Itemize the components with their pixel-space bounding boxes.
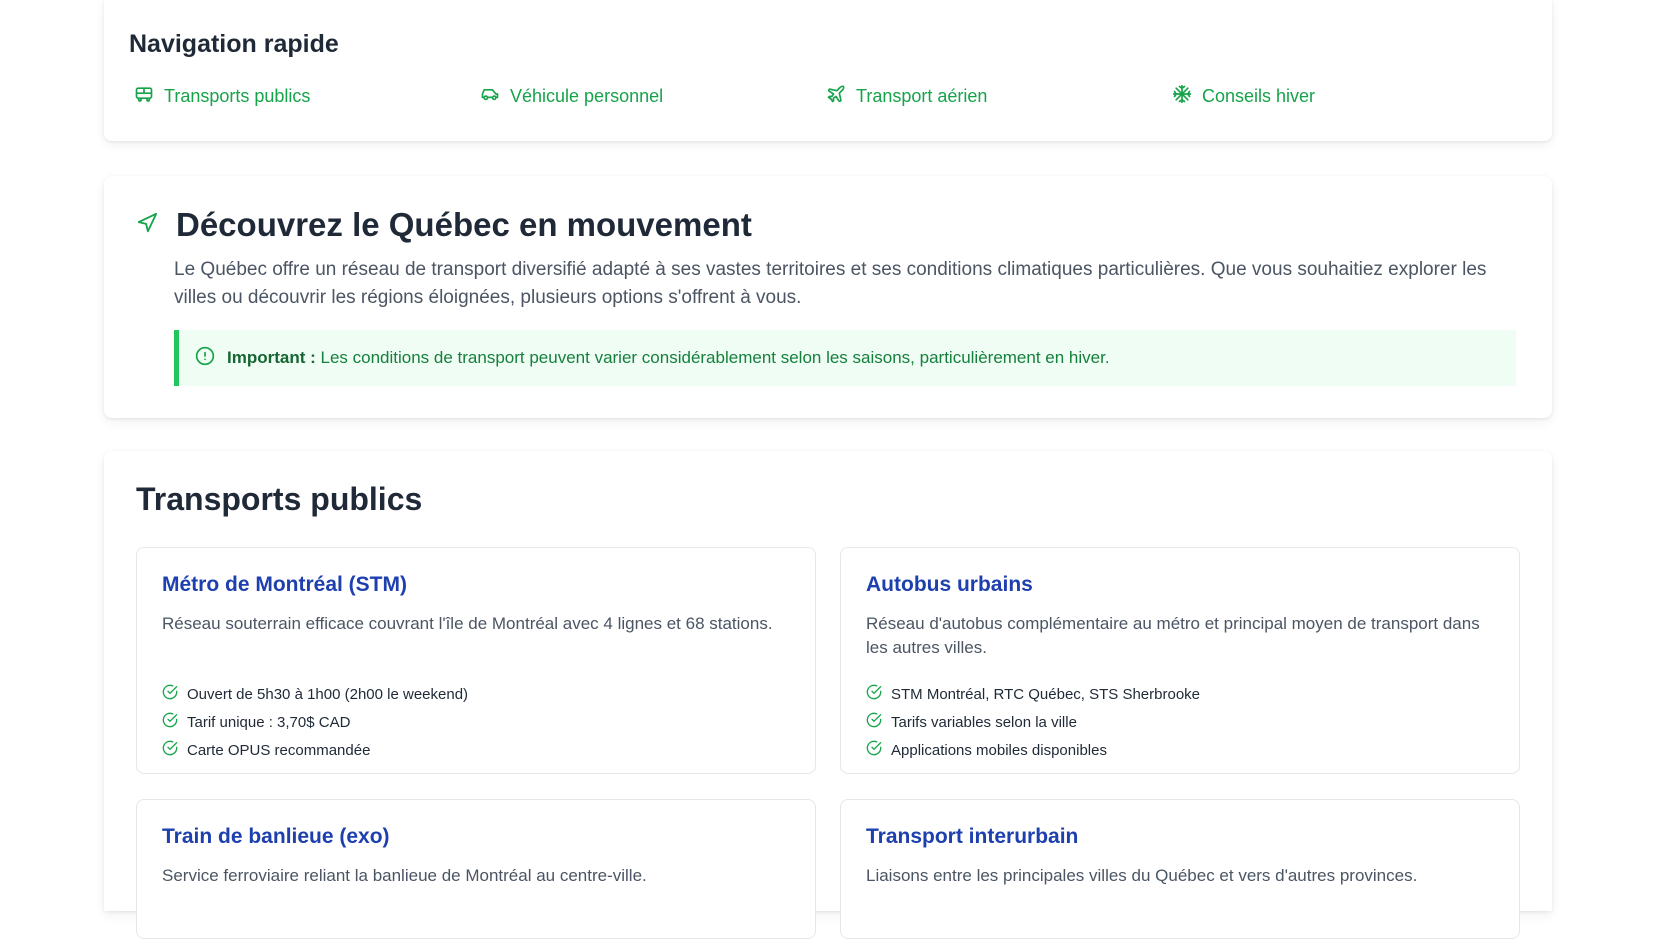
nav-link-winter-tips[interactable]: Conseils hiver: [1172, 84, 1315, 109]
important-alert: Important : Les conditions de transport …: [174, 330, 1516, 386]
nav-link-air-transport[interactable]: Transport aérien: [826, 84, 987, 109]
alert-circle-icon: [195, 346, 215, 371]
alert-text: Les conditions de transport peuvent vari…: [315, 348, 1110, 367]
feature-text: Ouvert de 5h30 à 1h00 (2h00 le weekend): [187, 685, 469, 703]
transport-card-title: Train de banlieue (exo): [162, 825, 390, 848]
nav-link-personal-vehicle[interactable]: Véhicule personnel: [480, 84, 663, 109]
navigation-arrow-icon: [136, 212, 158, 239]
feature-item: Ouvert de 5h30 à 1h00 (2h00 le weekend): [162, 680, 468, 708]
transport-card-description: Service ferroviaire reliant la banlieue …: [162, 866, 647, 885]
transport-card-metro: Métro de Montréal (STM) Réseau souterrai…: [136, 547, 816, 774]
check-circle-icon: [162, 712, 178, 732]
feature-item: Carte OPUS recommandée: [162, 736, 468, 764]
feature-item: Applications mobiles disponibles: [866, 736, 1200, 764]
nav-link-public-transport[interactable]: Transports publics: [134, 84, 310, 109]
car-icon: [480, 84, 500, 109]
check-circle-icon: [162, 684, 178, 704]
quick-navigation-links: Transports publics Véhicule personnel Tr…: [134, 84, 1534, 114]
transport-card-description: Réseau souterrain efficace couvrant l'îl…: [162, 614, 773, 633]
feature-item: Tarifs variables selon la ville: [866, 708, 1200, 736]
quick-navigation-card: Navigation rapide Transports publics Véh…: [104, 0, 1552, 141]
transport-card-intercity: Transport interurbain Liaisons entre les…: [840, 799, 1520, 939]
feature-item: STM Montréal, RTC Québec, STS Sherbrooke: [866, 680, 1200, 708]
intro-description: Le Québec offre un réseau de transport d…: [174, 259, 1487, 308]
transport-card-title: Autobus urbains: [866, 573, 1033, 596]
intro-card: Découvrez le Québec en mouvement Le Québ…: [104, 176, 1552, 418]
nav-link-label: Transports publics: [164, 86, 311, 106]
public-transport-section: Transports publics Métro de Montréal (ST…: [104, 451, 1552, 939]
snowflake-icon: [1172, 84, 1192, 109]
intro-title: Découvrez le Québec en mouvement: [176, 206, 752, 243]
quick-navigation-title: Navigation rapide: [129, 30, 339, 58]
transport-card-title: Transport interurbain: [866, 825, 1079, 848]
feature-text: STM Montréal, RTC Québec, STS Sherbrooke: [891, 685, 1201, 703]
check-circle-icon: [162, 740, 178, 760]
feature-text: Tarifs variables selon la ville: [891, 713, 1077, 731]
bus-icon: [134, 84, 154, 109]
transport-card-description: Réseau d'autobus complémentaire au métro…: [866, 614, 1480, 657]
feature-list: Ouvert de 5h30 à 1h00 (2h00 le weekend) …: [162, 680, 468, 764]
feature-text: Applications mobiles disponibles: [891, 741, 1107, 759]
nav-link-label: Conseils hiver: [1202, 86, 1316, 106]
check-circle-icon: [866, 712, 882, 732]
check-circle-icon: [866, 740, 882, 760]
transport-card-description: Liaisons entre les principales villes du…: [866, 866, 1418, 885]
nav-link-label: Véhicule personnel: [510, 86, 664, 106]
feature-text: Tarif unique : 3,70$ CAD: [187, 713, 351, 731]
alert-text-wrap: Important : Les conditions de transport …: [227, 348, 1110, 368]
transport-card-train: Train de banlieue (exo) Service ferrovia…: [136, 799, 816, 939]
nav-link-label: Transport aérien: [856, 86, 988, 106]
feature-text: Carte OPUS recommandée: [187, 741, 371, 759]
check-circle-icon: [866, 684, 882, 704]
transport-card-bus: Autobus urbains Réseau d'autobus complém…: [840, 547, 1520, 774]
intro-header: Découvrez le Québec en mouvement: [136, 206, 752, 244]
alert-label: Important :: [227, 348, 316, 367]
plane-icon: [826, 84, 846, 109]
section-title: Transports publics: [136, 481, 423, 517]
transport-card-title: Métro de Montréal (STM): [162, 573, 407, 596]
feature-item: Tarif unique : 3,70$ CAD: [162, 708, 468, 736]
feature-list: STM Montréal, RTC Québec, STS Sherbrooke…: [866, 680, 1200, 764]
